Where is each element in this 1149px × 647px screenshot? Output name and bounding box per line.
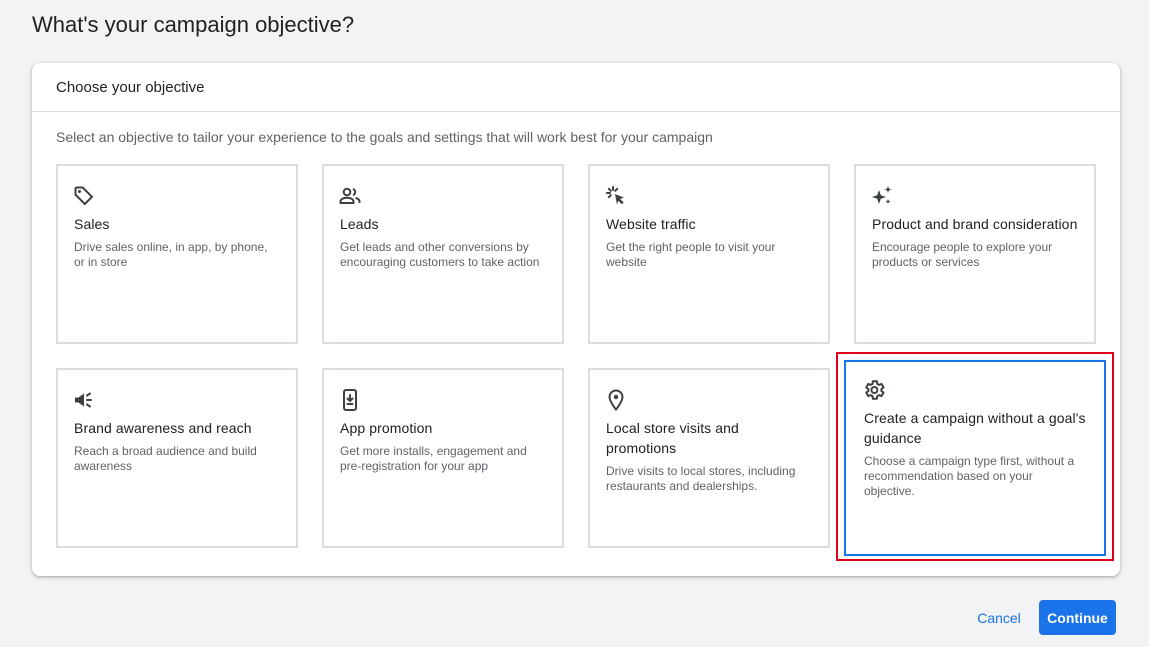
continue-button[interactable]: Continue [1039, 600, 1116, 635]
objective-description: Choose a campaign type first, without a … [864, 454, 1075, 498]
objective-description: Drive visits to local stores, including … [606, 464, 796, 493]
objective-card-local-store[interactable]: Local store visits and promotions Drive … [588, 368, 830, 548]
objective-title: Product and brand consideration [872, 216, 1078, 232]
objective-title: Create a campaign without a goal's guida… [864, 410, 1086, 446]
objective-title: Website traffic [606, 216, 696, 232]
mobile-download-icon [338, 388, 362, 412]
panel-description: Select an objective to tailor your exper… [56, 129, 713, 145]
objective-title: Leads [340, 216, 379, 232]
objective-title: Brand awareness and reach [74, 420, 252, 436]
location-pin-icon [604, 388, 628, 412]
objective-card-product-brand[interactable]: Product and brand consideration Encourag… [854, 164, 1096, 344]
megaphone-icon [72, 388, 96, 412]
gear-icon [862, 378, 886, 402]
objective-card-sales[interactable]: Sales Drive sales online, in app, by pho… [56, 164, 298, 344]
cursor-click-icon [604, 184, 628, 208]
objective-card-brand-awareness[interactable]: Brand awareness and reach Reach a broad … [56, 368, 298, 548]
objective-card-leads[interactable]: Leads Get leads and other conversions by… [322, 164, 564, 344]
objective-description: Reach a broad audience and build awarene… [74, 444, 257, 473]
objective-description: Get more installs, engagement and pre-re… [340, 444, 527, 473]
tag-icon [72, 184, 96, 208]
sparkle-icon [870, 184, 894, 208]
objective-title: Local store visits and promotions [606, 420, 739, 456]
objective-description: Encourage people to explore your product… [872, 240, 1053, 269]
objective-description: Drive sales online, in app, by phone, or… [74, 240, 268, 269]
objective-card-no-guidance[interactable]: Create a campaign without a goal's guida… [844, 360, 1106, 556]
objective-card-app-promotion[interactable]: App promotion Get more installs, engagem… [322, 368, 564, 548]
people-icon [338, 184, 362, 208]
objective-description: Get leads and other conversions by encou… [340, 240, 540, 269]
panel-header: Choose your objective [32, 63, 1120, 112]
objective-card-website-traffic[interactable]: Website traffic Get the right people to … [588, 164, 830, 344]
cancel-button[interactable]: Cancel [966, 604, 1032, 632]
objective-title: Sales [74, 216, 110, 232]
objective-description: Get the right people to visit your websi… [606, 240, 776, 269]
page-title: What's your campaign objective? [32, 12, 355, 37]
objective-title: App promotion [340, 420, 433, 436]
